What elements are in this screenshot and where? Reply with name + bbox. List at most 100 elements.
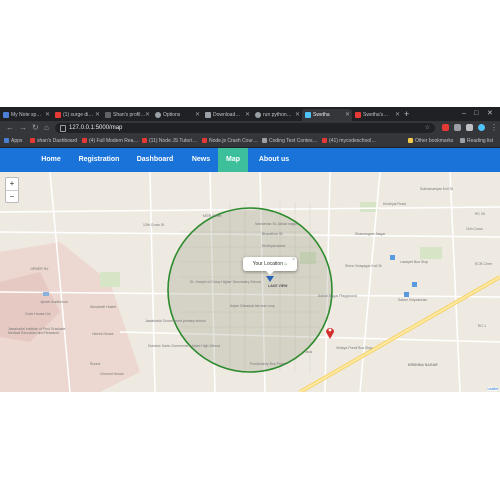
youtube-icon: [82, 138, 87, 144]
close-icon[interactable]: ✕: [245, 109, 250, 121]
bookmark-icon: [30, 138, 35, 144]
park-area: [360, 202, 378, 212]
nav-dashboard[interactable]: Dashboard: [131, 148, 179, 172]
site-navbar: Home Registration Dashboard News Map Abo…: [0, 148, 500, 172]
info-icon[interactable]: [60, 125, 66, 132]
close-icon[interactable]: ✕: [345, 109, 350, 121]
bookmark-apps[interactable]: Apps: [4, 135, 22, 147]
avatar[interactable]: [478, 124, 485, 131]
zoom-out-button[interactable]: −: [6, 191, 18, 203]
bookmark-shan-dashboard[interactable]: shan's Dashboard: [30, 135, 77, 147]
map-label: Harres House: [92, 332, 114, 336]
home-icon[interactable]: ⌂: [44, 122, 49, 134]
map-label: Vamdevan St, Ashok nagar: [255, 222, 298, 226]
extension-icon[interactable]: [454, 124, 461, 131]
back-icon[interactable]: ←: [6, 122, 14, 134]
map-label: Woodwell Hostel: [90, 305, 117, 309]
bookmark-full-modern[interactable]: (4) Full Modern Rea…: [82, 135, 138, 147]
map-view[interactable]: Subramaniyar Koil St MGR Street Vamdevan…: [0, 172, 500, 392]
gmail-icon: [355, 111, 361, 118]
bus-stop-icon: [390, 255, 395, 260]
popup-close-button[interactable]: ×: [292, 253, 295, 267]
puzzle-icon[interactable]: [466, 124, 473, 131]
tab-my-note[interactable]: My Note sp… ✕: [0, 109, 52, 121]
nav-home[interactable]: Home: [34, 148, 68, 172]
bookmark-icon: [262, 138, 267, 144]
address-bar[interactable]: 127.0.0.1:5000/map ☆: [55, 123, 435, 133]
home-icon: ⌂: [284, 261, 288, 267]
popup-text: Your Location: [252, 261, 283, 267]
reload-icon[interactable]: ↻: [32, 122, 39, 134]
map-label: Subramaniyar Koil St: [420, 187, 453, 191]
minimize-icon[interactable]: –: [462, 107, 466, 121]
school-icon: [404, 292, 409, 297]
tab-swetha-gmail[interactable]: Swetha's… ✕: [352, 109, 402, 121]
site-favicon: [305, 111, 311, 118]
map-label: Kindhyal street: [262, 244, 286, 248]
tab-swetha-active[interactable]: Swetha ✕: [302, 109, 352, 121]
maximize-icon[interactable]: □: [474, 107, 478, 121]
tab-shan-profile[interactable]: Shan's profil… ✕: [102, 109, 152, 121]
map-label: Dominic Savio Government Aided High Scho…: [148, 344, 221, 348]
window-close-icon[interactable]: ✕: [487, 107, 493, 121]
close-icon[interactable]: ✕: [95, 109, 100, 121]
bookmark-other[interactable]: Other bookmarks: [408, 135, 453, 147]
map-label: RC-1: [478, 324, 487, 328]
star-icon[interactable]: ☆: [425, 123, 430, 133]
map-label: Curie House Ltd: [25, 312, 51, 316]
zoom-control: + −: [5, 177, 19, 203]
close-icon[interactable]: ✕: [395, 109, 400, 121]
map-label: Round: [90, 362, 101, 366]
bookmark-mycodeschool[interactable]: (41) mycodeschool…: [322, 135, 376, 147]
bookmarks-bar: Apps shan's Dashboard (4) Full Modern Re…: [0, 135, 500, 148]
map-label: Vellaya Pondi Bus Stop: [336, 346, 373, 350]
map-label: KRISHNA NAGAR: [408, 363, 438, 367]
close-icon[interactable]: ✕: [145, 109, 150, 121]
bookmark-reading-list[interactable]: Reading list: [460, 135, 493, 147]
map-label: Ilsus: [305, 350, 313, 354]
browser-toolbar: ← → ↻ ⌂ 127.0.0.1:5000/map ☆ ⋮: [0, 121, 500, 135]
close-icon[interactable]: ✕: [45, 109, 50, 121]
apps-icon: [4, 138, 9, 144]
map-attribution[interactable]: Leaflet: [487, 387, 498, 391]
park-area: [100, 272, 120, 287]
map-label: RC 26: [475, 212, 485, 216]
map-label: Jipmer Auditorium: [40, 300, 69, 304]
nav-about[interactable]: About us: [252, 148, 296, 172]
map-label: Pondicherry Bus Point: [250, 362, 285, 366]
bookmark-node-tutorial[interactable]: (11) Node JS Tutori…: [142, 135, 197, 147]
google-icon: [255, 111, 261, 118]
nav-news[interactable]: News: [184, 148, 218, 172]
url-text: 127.0.0.1:5000/map: [69, 125, 123, 131]
tab-options[interactable]: Options ✕: [152, 109, 202, 121]
map-label: Shanmugam Nagar: [355, 232, 386, 236]
close-icon[interactable]: ✕: [195, 109, 200, 121]
park-area: [420, 247, 442, 259]
screenshot-frame: My Note sp… ✕ (1) surge di… ✕ Shan's profi…: [0, 107, 500, 392]
download-icon: [205, 111, 211, 118]
bookmark-node-crash[interactable]: Node.js Crash Cour…: [202, 135, 258, 147]
forward-icon[interactable]: →: [19, 122, 27, 134]
zoom-in-button[interactable]: +: [6, 178, 18, 191]
extension-icon[interactable]: [442, 124, 449, 131]
tab-surge[interactable]: (1) surge di… ✕: [52, 109, 102, 121]
tab-downloads[interactable]: Download… ✕: [202, 109, 252, 121]
location-popup: Your Location ⌂ ×: [243, 257, 297, 275]
map-label: Lawspet Bus Stop: [400, 260, 429, 264]
close-icon[interactable]: ✕: [295, 109, 300, 121]
nav-map-active[interactable]: Map: [218, 148, 248, 172]
map-label: JIPMER Rd: [30, 267, 49, 271]
bookmark-coding-test[interactable]: Coding Test Contes…: [262, 135, 318, 147]
new-tab-button[interactable]: +: [404, 108, 409, 120]
menu-icon[interactable]: ⋮: [490, 122, 498, 134]
map-label: Salam Vidyashram: [398, 298, 428, 302]
poi-icon: [43, 292, 49, 296]
map-label: Shiva Vinayagar Koil St: [345, 264, 382, 268]
nav-registration[interactable]: Registration: [72, 148, 126, 172]
tab-favicon: [3, 111, 9, 118]
bus-stop-icon: [412, 282, 417, 287]
tab-run-python[interactable]: run python… ✕: [252, 109, 302, 121]
map-label: Kindhyal Road: [383, 202, 406, 206]
map-label: ECR-Chen: [475, 262, 492, 266]
youtube-icon: [142, 138, 147, 144]
